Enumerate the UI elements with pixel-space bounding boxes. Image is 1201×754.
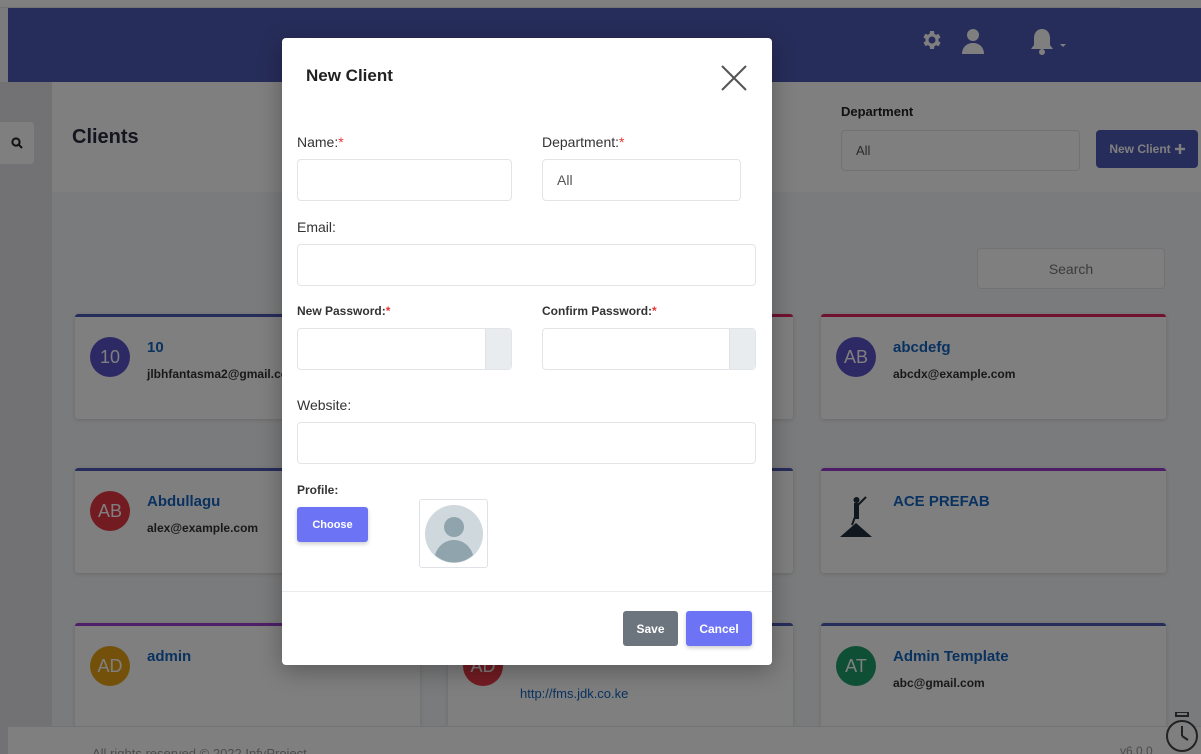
website-input[interactable] (297, 422, 756, 464)
cancel-button[interactable]: Cancel (686, 611, 752, 646)
new-password-label-text: New Password: (297, 304, 386, 318)
department-label: Department:* (542, 134, 625, 150)
required-mark: * (385, 304, 391, 318)
name-label-text: Name: (297, 134, 339, 150)
close-icon[interactable] (716, 60, 752, 96)
password-toggle-button[interactable] (729, 329, 755, 369)
confirm-password-label: Confirm Password:* (542, 304, 657, 318)
profile-label: Profile: (297, 483, 339, 497)
confirm-password-input[interactable] (542, 328, 756, 370)
save-button[interactable]: Save (623, 611, 678, 646)
email-input[interactable] (297, 244, 756, 286)
modal-divider (282, 591, 772, 592)
name-label: Name:* (297, 134, 344, 150)
modal-title: New Client (306, 66, 393, 85)
new-password-label: New Password:* (297, 304, 390, 318)
password-toggle-button[interactable] (485, 329, 511, 369)
required-mark: * (338, 134, 344, 150)
required-mark: * (652, 304, 657, 318)
confirm-password-label-text: Confirm Password: (542, 304, 653, 318)
required-mark: * (619, 134, 625, 150)
new-password-input[interactable] (297, 328, 512, 370)
email-label: Email: (297, 219, 336, 235)
default-avatar-icon (424, 504, 483, 563)
profile-preview (419, 499, 488, 568)
name-input[interactable] (297, 159, 512, 201)
department-label-text: Department: (542, 134, 620, 150)
website-label: Website: (297, 397, 352, 413)
new-client-modal: New Client Name:* Department:* All Email… (282, 38, 772, 665)
choose-profile-button[interactable]: Choose (297, 507, 368, 542)
department-select[interactable]: All (542, 159, 741, 201)
